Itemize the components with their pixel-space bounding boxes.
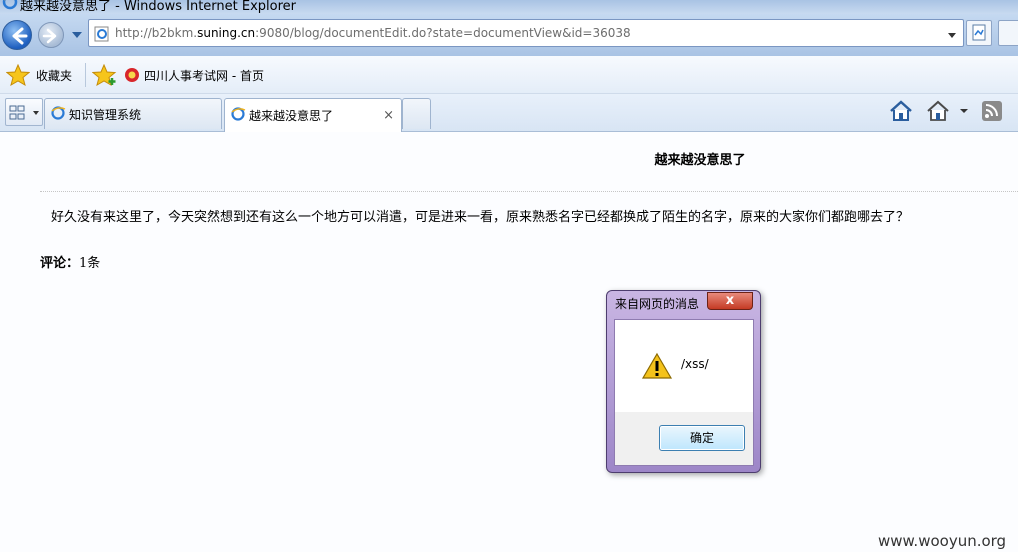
ie-logo-icon xyxy=(2,0,18,13)
feeds-button[interactable] xyxy=(980,98,1004,127)
forward-button[interactable] xyxy=(38,22,64,48)
ok-button[interactable]: 确定 xyxy=(659,425,745,451)
tab-label: 知识管理系统 xyxy=(69,107,142,122)
title-divider xyxy=(40,191,1018,192)
refresh-button[interactable] xyxy=(998,20,1018,46)
ie-page-icon xyxy=(230,106,246,125)
recent-pages-dropdown[interactable] xyxy=(70,28,84,42)
page-content: 越来越没意思了 好久没有来这里了，今天突然想到还有这么一个地方可以消遣，可是进来… xyxy=(0,132,1018,552)
address-dropdown-icon[interactable] xyxy=(947,29,957,43)
home-dropdown-icon xyxy=(927,100,968,121)
tab-bar: 知识管理系统 越来越没意思了 × xyxy=(0,94,1018,132)
window-title: 越来越没意思了 - Windows Internet Explorer xyxy=(20,0,296,14)
alert-dialog: 来自网页的消息 x /xss/ 确定 xyxy=(606,290,761,473)
dialog-button-area: 确定 xyxy=(615,412,753,465)
arrow-right-icon xyxy=(42,28,57,44)
window-titlebar: 越来越没意思了 - Windows Internet Explorer xyxy=(0,0,1018,14)
post-body: 好久没有来这里了，今天突然想到还有这么一个地方可以消遣，可是进来一看，原来熟悉名… xyxy=(51,210,910,225)
dialog-message: /xss/ xyxy=(681,357,709,371)
address-bar[interactable]: http://b2bkm.suning.cn:9080/blog/documen… xyxy=(88,19,964,47)
comments-label: 评论： xyxy=(40,256,80,271)
back-button[interactable] xyxy=(2,20,32,50)
compatibility-page-icon xyxy=(972,24,986,41)
tab-label: 越来越没意思了 xyxy=(249,109,334,123)
home-menu-button[interactable] xyxy=(925,98,971,127)
compatibility-view-button[interactable] xyxy=(966,20,992,46)
dialog-body: /xss/ 确定 xyxy=(614,319,754,466)
add-to-favorites-bar-button[interactable] xyxy=(92,64,118,86)
warning-icon xyxy=(641,352,673,383)
ie-page-icon xyxy=(50,105,66,124)
favorites-label: 收藏夹 xyxy=(36,68,73,83)
post-title: 越来越没意思了 xyxy=(654,153,746,168)
star-icon xyxy=(6,64,30,86)
arrow-left-icon xyxy=(12,27,28,45)
rss-feed-icon xyxy=(982,101,1002,121)
favorites-separator xyxy=(85,63,86,87)
watermark: www.wooyun.org xyxy=(878,532,1007,550)
home-icon xyxy=(890,100,912,121)
favorite-link-label: 四川人事考试网 - 首页 xyxy=(144,68,264,83)
dialog-title: 来自网页的消息 xyxy=(615,297,700,311)
tab-knowledge-management[interactable]: 知识管理系统 xyxy=(44,98,222,129)
comments-summary: 评论：1条 xyxy=(40,252,100,271)
tab-current-post[interactable]: 越来越没意思了 × xyxy=(224,98,402,132)
quick-tabs-grid-icon xyxy=(9,105,39,120)
home-button[interactable] xyxy=(888,98,914,127)
navigation-bar: http://b2bkm.suning.cn:9080/blog/documen… xyxy=(0,14,1018,56)
comments-count: 1条 xyxy=(79,256,101,271)
quick-tabs-button[interactable] xyxy=(5,98,43,126)
new-tab-button[interactable] xyxy=(402,98,431,129)
dialog-close-button[interactable]: x xyxy=(707,292,753,310)
chevron-down-icon xyxy=(72,32,82,38)
dialog-message-area: /xss/ xyxy=(615,320,753,412)
star-add-icon xyxy=(92,64,117,86)
favorites-button[interactable]: 收藏夹 xyxy=(6,64,72,86)
close-tab-icon[interactable]: × xyxy=(383,108,394,123)
ie-page-icon xyxy=(94,26,110,45)
favorites-bar: 收藏夹 四川人事考试网 - 首页 xyxy=(0,56,1018,94)
favorite-link-sichuan-exam[interactable]: 四川人事考试网 - 首页 xyxy=(124,64,264,86)
address-url: http://b2bkm.suning.cn:9080/blog/documen… xyxy=(115,26,631,40)
site-emblem-icon xyxy=(125,68,139,82)
